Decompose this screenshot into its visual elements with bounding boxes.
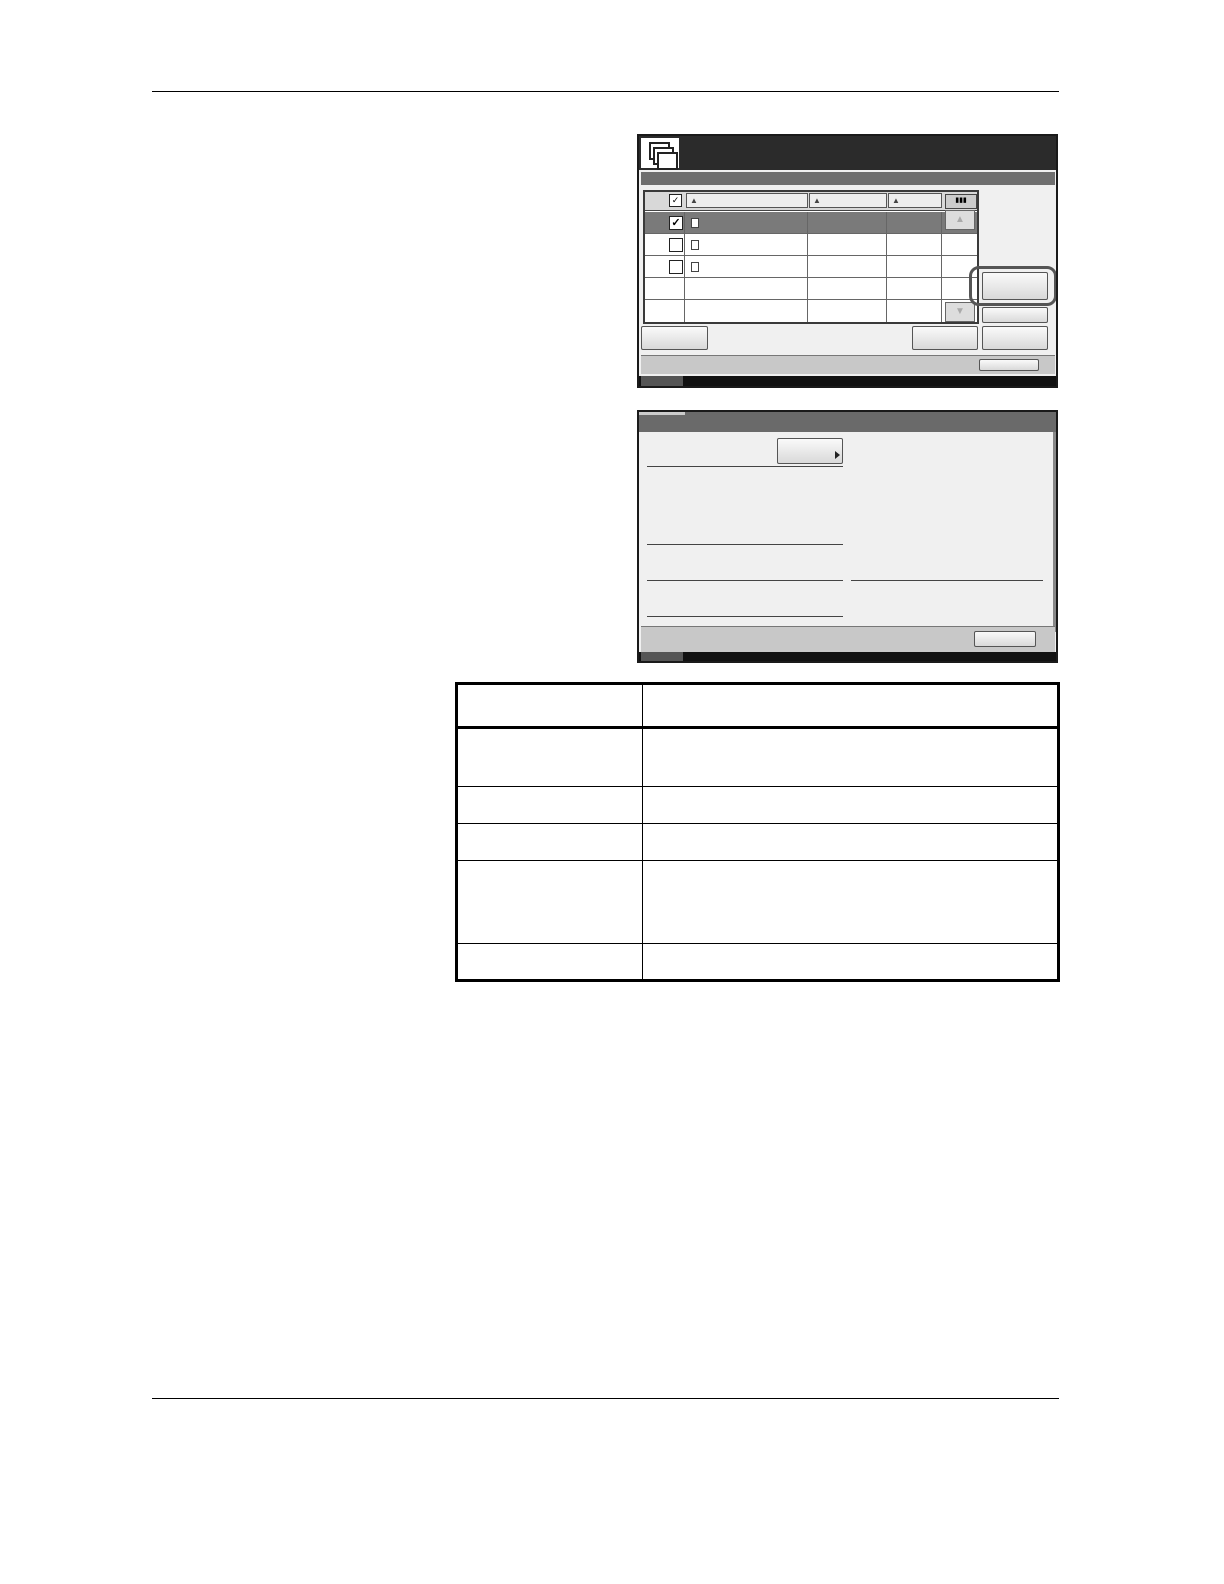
column-size-header[interactable]: ▲ xyxy=(888,193,942,208)
left-action-button[interactable] xyxy=(641,326,708,350)
list-item[interactable] xyxy=(645,234,977,256)
side-button[interactable] xyxy=(982,307,1048,323)
document-box-list-screen: ✓ ▲ ▲ ▲ ✓ ▮▮▮ ▲ ▼ xyxy=(637,134,1058,388)
select-all-checkbox[interactable]: ✓ xyxy=(669,194,682,207)
divider xyxy=(647,580,843,581)
divider xyxy=(647,466,843,467)
divider xyxy=(647,616,843,617)
document-icon xyxy=(691,240,699,250)
list-item[interactable] xyxy=(645,256,977,278)
row-checkbox[interactable]: ✓ xyxy=(669,216,683,230)
scroll-down-button[interactable]: ▼ xyxy=(945,302,975,322)
status-bar xyxy=(641,626,1055,653)
header-rule xyxy=(152,91,1059,92)
document-icon xyxy=(691,262,699,272)
list-item xyxy=(645,278,977,300)
arrow-right-icon xyxy=(835,451,840,459)
scroll-up-button[interactable]: ▲ xyxy=(945,210,975,230)
close-button[interactable] xyxy=(974,631,1036,647)
column-date-header[interactable]: ▲ xyxy=(809,193,887,208)
middle-action-button[interactable] xyxy=(912,326,978,350)
title-bar xyxy=(639,412,1056,432)
status-bar xyxy=(641,355,1055,374)
row-checkbox[interactable] xyxy=(669,260,683,274)
title-bar xyxy=(639,136,1056,170)
document-icon xyxy=(691,218,699,228)
highlight-ring xyxy=(969,266,1056,306)
document-box-icon xyxy=(641,138,679,170)
change-button[interactable] xyxy=(777,438,843,464)
list-item[interactable]: ✓ xyxy=(645,212,977,234)
column-separator xyxy=(642,685,643,979)
right-action-button[interactable] xyxy=(982,326,1048,350)
footer-rule xyxy=(152,1398,1059,1399)
row-checkbox[interactable] xyxy=(669,238,683,252)
row-separator xyxy=(458,943,1057,944)
close-button[interactable] xyxy=(979,359,1039,371)
document-list: ✓ ▲ ▲ ▲ ✓ xyxy=(643,190,979,324)
bottom-bar xyxy=(639,376,1056,386)
list-header: ✓ ▲ ▲ ▲ xyxy=(645,192,977,211)
divider xyxy=(647,544,843,545)
list-view-icon[interactable]: ▮▮▮ xyxy=(945,194,977,209)
sub-title-bar xyxy=(641,172,1055,185)
settings-table xyxy=(455,682,1060,982)
bottom-bar xyxy=(639,652,1056,661)
list-item xyxy=(645,300,977,322)
header-separator xyxy=(458,726,1057,729)
row-separator xyxy=(458,860,1057,861)
row-separator xyxy=(458,823,1057,824)
scrollbar[interactable] xyxy=(1053,432,1056,632)
document-detail-screen xyxy=(637,410,1058,663)
column-name-header[interactable]: ▲ xyxy=(686,193,808,208)
row-separator xyxy=(458,786,1057,787)
divider xyxy=(851,580,1043,581)
